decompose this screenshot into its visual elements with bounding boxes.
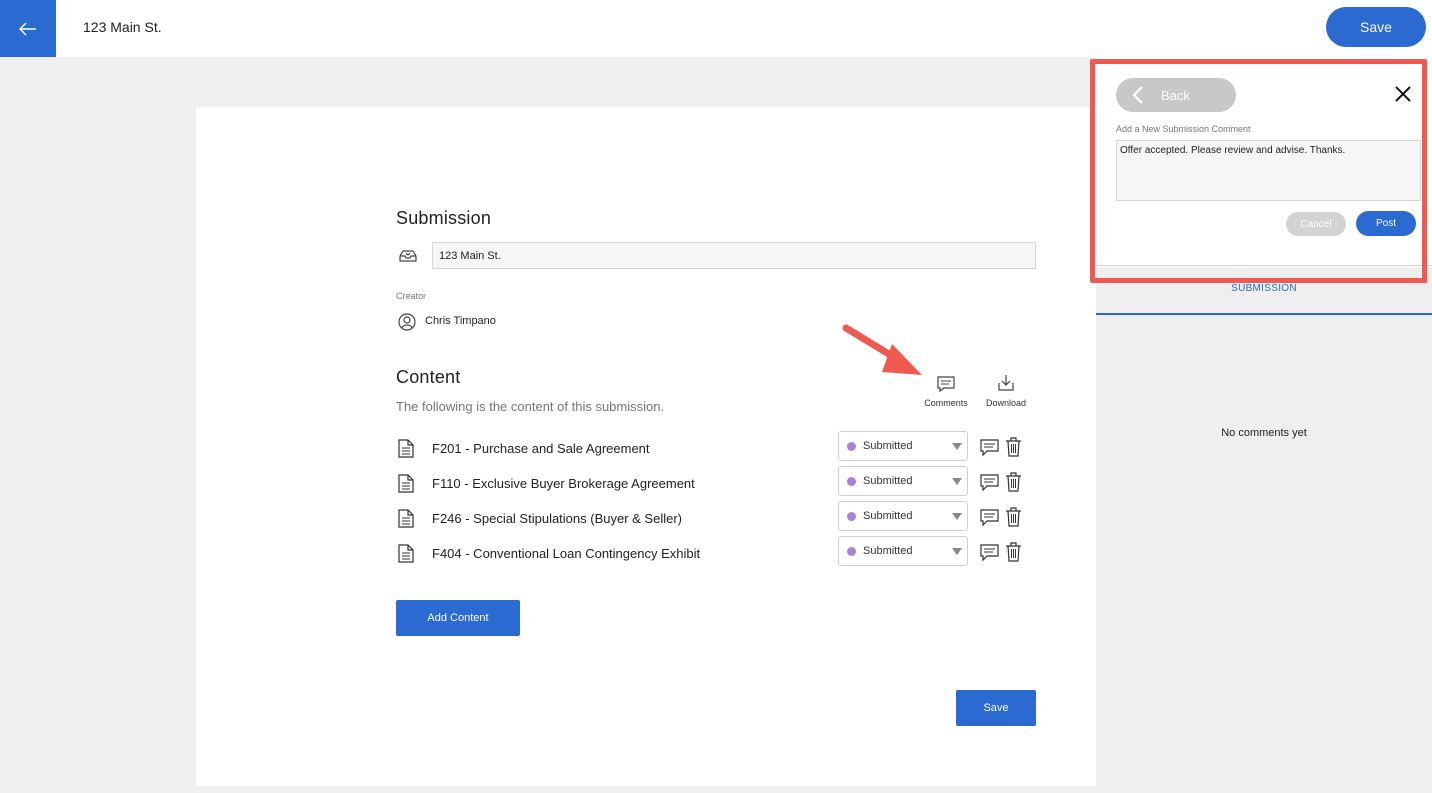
inbox-tray-icon (399, 250, 417, 262)
content-row: F404 - Conventional Loan Contingency Exh… (396, 536, 1036, 568)
caret-down-icon (952, 443, 962, 450)
comment-textarea[interactable]: Offer accepted. Please review and advise… (1116, 140, 1421, 201)
comment-icon[interactable] (980, 544, 999, 562)
add-content-button[interactable]: Add Content (396, 600, 520, 636)
comment-icon[interactable] (980, 474, 999, 492)
trash-icon[interactable] (1005, 472, 1022, 492)
trash-icon[interactable] (1005, 507, 1022, 527)
tab-submission[interactable]: SUBMISSION (1096, 283, 1432, 294)
save-button-bottom[interactable]: Save (956, 690, 1036, 726)
status-dot (847, 511, 856, 521)
back-arrow-button[interactable] (0, 0, 56, 57)
status-select[interactable]: Submitted (838, 431, 968, 461)
content-row: F246 - Special Stipulations (Buyer & Sel… (396, 501, 1036, 533)
download-icon (998, 375, 1014, 391)
status-dot (847, 476, 856, 486)
caret-down-icon (952, 513, 962, 520)
content-row-label[interactable]: F201 - Purchase and Sale Agreement (432, 441, 650, 456)
document-icon (396, 438, 416, 458)
trash-icon[interactable] (1005, 437, 1022, 457)
creator-name: Chris Timpano (425, 315, 496, 327)
content-row-label[interactable]: F246 - Special Stipulations (Buyer & Sel… (432, 511, 682, 526)
comment-icon[interactable] (980, 509, 999, 527)
comment-icon[interactable] (980, 439, 999, 457)
close-icon[interactable] (1393, 84, 1413, 104)
status-dot (847, 546, 856, 556)
save-button-top[interactable]: Save (1326, 7, 1426, 47)
cancel-button[interactable]: Cancel (1286, 212, 1346, 236)
content-row-label[interactable]: F404 - Conventional Loan Contingency Exh… (432, 546, 700, 561)
status-value: Submitted (863, 440, 913, 452)
top-bar: 123 Main St. Save (0, 0, 1432, 57)
caret-down-icon (952, 548, 962, 555)
submission-heading: Submission (396, 208, 492, 228)
status-value: Submitted (863, 510, 913, 522)
comment-icon (937, 376, 955, 393)
status-value: Submitted (863, 545, 913, 557)
trash-icon[interactable] (1005, 542, 1022, 562)
content-heading: Content (396, 367, 461, 387)
comments-tool-button[interactable]: Comments (920, 375, 972, 408)
download-tool-label: Download (985, 398, 1027, 408)
back-button-label: Back (1161, 87, 1190, 103)
submission-name-input[interactable]: 123 Main St. (432, 242, 1036, 269)
comments-tool-label: Comments (924, 398, 968, 408)
content-subtitle: The following is the content of this sub… (396, 399, 665, 414)
post-button[interactable]: Post (1356, 211, 1416, 236)
back-button[interactable]: Back (1116, 78, 1236, 112)
divider (1096, 265, 1432, 266)
tab-active-indicator (1096, 313, 1432, 315)
arrow-left-icon (19, 21, 36, 36)
status-select[interactable]: Submitted (838, 466, 968, 496)
content-row: F110 - Exclusive Buyer Brokerage Agreeme… (396, 466, 1036, 498)
document-icon (396, 473, 416, 493)
page-title: 123 Main St. (83, 19, 162, 35)
status-value: Submitted (863, 475, 913, 487)
comment-field-label: Add a New Submission Comment (1116, 124, 1251, 134)
content-row-label[interactable]: F110 - Exclusive Buyer Brokerage Agreeme… (432, 476, 695, 491)
content-row: F201 - Purchase and Sale Agreement Submi… (396, 431, 1036, 463)
status-dot (847, 441, 856, 451)
submission-card: Submission 123 Main St. Creator Chris Ti… (196, 107, 1096, 786)
status-select[interactable]: Submitted (838, 536, 968, 566)
download-tool-button[interactable]: Download (980, 374, 1032, 408)
document-icon (396, 508, 416, 528)
chevron-left-icon (1132, 86, 1143, 104)
document-icon (396, 543, 416, 563)
user-avatar-icon (398, 313, 416, 331)
status-select[interactable]: Submitted (838, 501, 968, 531)
creator-label: Creator (396, 291, 427, 301)
caret-down-icon (952, 478, 962, 485)
empty-comments-text: No comments yet (1221, 427, 1307, 439)
